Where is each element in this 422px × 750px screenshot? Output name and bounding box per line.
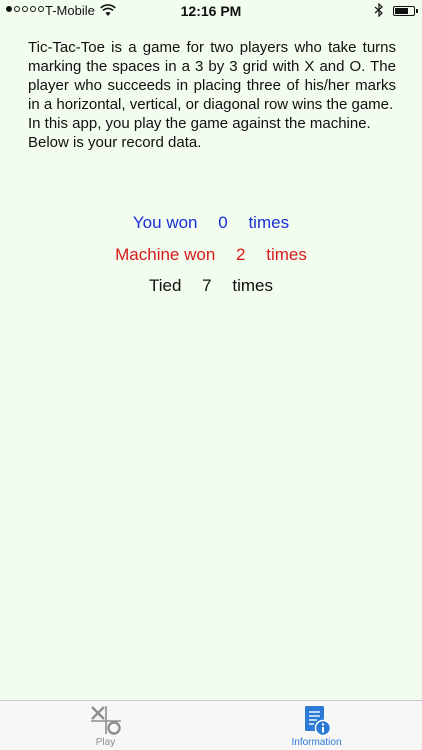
stat-count: 2 [236, 245, 246, 264]
battery-level [395, 8, 408, 14]
tab-label: Information [291, 737, 342, 748]
game-description: Tic-Tac-Toe is a game for two players wh… [28, 38, 396, 152]
stat-label: Machine won [115, 245, 216, 264]
info-document-icon [304, 706, 331, 737]
stat-suffix: times [232, 276, 273, 295]
stat-label: Tied [148, 276, 182, 295]
status-time: 12:16 PM [180, 3, 242, 19]
tab-play[interactable]: Play [0, 701, 211, 750]
stat-tied: Tied 7 times [0, 275, 422, 297]
stat-count: 7 [202, 276, 212, 295]
tab-label: Play [95, 737, 116, 748]
stat-suffix: times [248, 213, 290, 232]
description-paragraph-rules: Tic-Tac-Toe is a game for two players wh… [28, 39, 396, 113]
battery-icon [393, 6, 418, 16]
tab-information[interactable]: Information [211, 701, 422, 750]
stat-machine-won: Machine won 2 times [0, 244, 422, 266]
stat-you-won: You won 0 times [0, 212, 422, 234]
stat-suffix: times [266, 245, 307, 264]
description-paragraph-app: In this app, you play the game against t… [28, 115, 371, 151]
stat-label: You won [132, 213, 198, 232]
bluetooth-icon [374, 3, 383, 17]
status-bar: T-Mobile 12:16 PM [0, 0, 422, 22]
tab-bar: Play Information [0, 700, 422, 750]
tic-tac-toe-icon [90, 706, 121, 735]
stat-count: 0 [218, 213, 228, 232]
